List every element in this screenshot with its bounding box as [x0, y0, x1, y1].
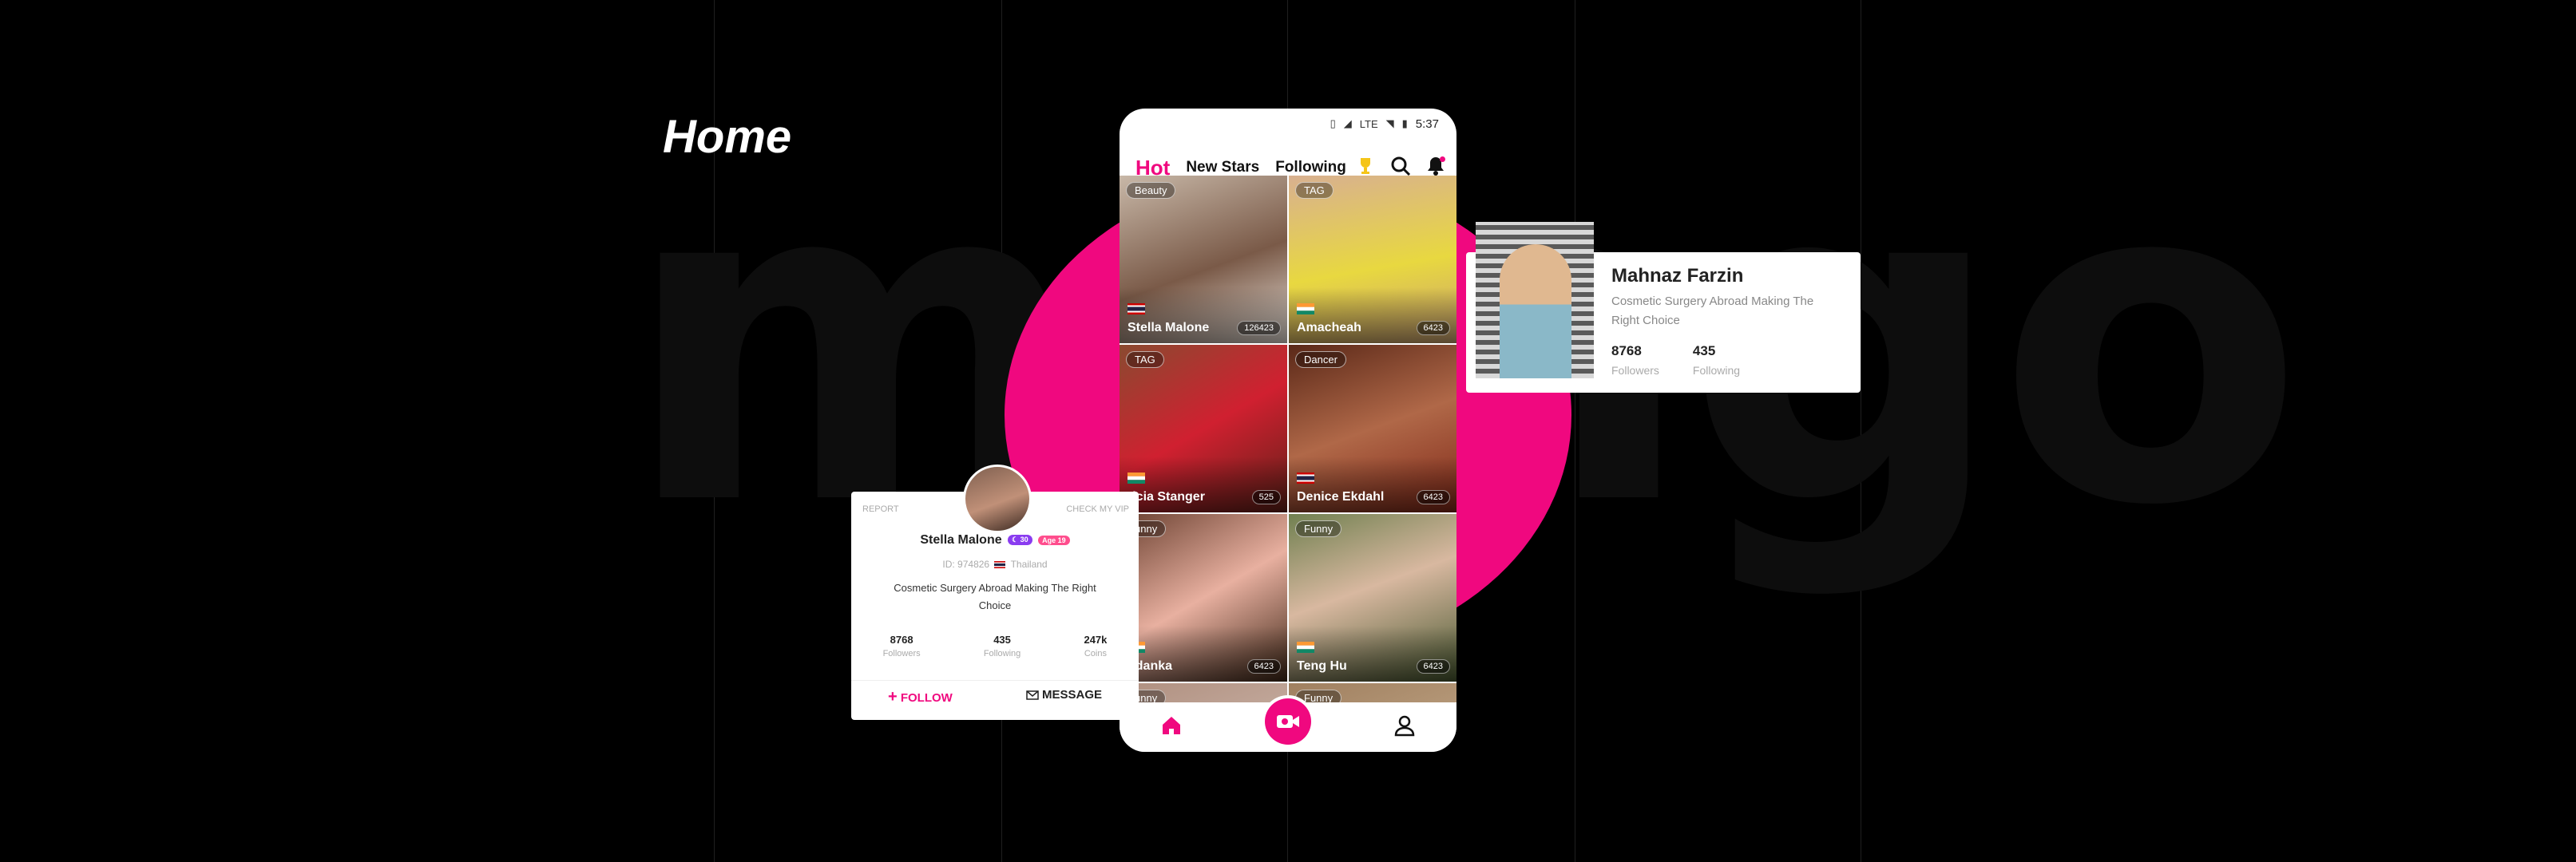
creator-photo[interactable]	[1476, 222, 1594, 378]
network-label: LTE	[1359, 117, 1378, 130]
feed-card[interactable]: TAG ricia Stanger 525	[1120, 345, 1287, 512]
stat-following: 435 Following	[1693, 343, 1740, 377]
feed-grid: Beauty Stella Malone 126423 TAG Amacheah…	[1120, 176, 1456, 706]
card-count: 126423	[1237, 321, 1281, 335]
card-count: 6423	[1416, 490, 1450, 504]
feed-card[interactable]: TAG Amacheah 6423	[1289, 176, 1456, 343]
camera-icon[interactable]	[1264, 698, 1311, 745]
plus-icon: +	[887, 688, 898, 706]
feed-card[interactable]: Beauty Stella Malone 126423	[1120, 176, 1287, 343]
level-value: 30	[1020, 536, 1028, 544]
follow-label: FOLLOW	[900, 691, 953, 705]
age-badge: Age 19	[1038, 535, 1070, 545]
stat-value: 8768	[1611, 343, 1642, 358]
card-name: Teng Hu	[1297, 659, 1347, 673]
notification-dot	[1440, 156, 1445, 162]
avatar[interactable]	[963, 465, 1032, 533]
creator-stats: 8768 Followers 435 Following	[1611, 343, 1740, 377]
stat-value: 435	[1692, 343, 1716, 358]
mail-icon	[1026, 690, 1039, 700]
stat-followers: 8768 Followers	[883, 634, 921, 658]
profile-id: ID: 974826	[942, 559, 990, 570]
creator-card: Mahnaz Farzin Cosmetic Surgery Abroad Ma…	[1466, 222, 1861, 393]
stat-following: 435 Following	[984, 634, 1020, 658]
card-tag: TAG	[1126, 351, 1164, 368]
flag-thailand-icon	[1127, 303, 1145, 314]
flag-india-icon	[1297, 642, 1314, 653]
wifi-icon: ◥	[1385, 117, 1394, 129]
profile-icon[interactable]	[1393, 714, 1416, 741]
card-tag: Funny	[1295, 520, 1342, 537]
level-badge: ☾ 30	[1008, 535, 1032, 546]
card-name: Denice Ekdahl	[1297, 490, 1385, 504]
stat-label: Following	[1692, 364, 1741, 377]
divider	[851, 680, 1139, 681]
message-button[interactable]: MESSAGE	[1026, 688, 1102, 706]
flag-thailand-icon	[994, 561, 1006, 569]
flag-india-icon	[1127, 473, 1145, 484]
flag-thailand-icon	[1297, 473, 1314, 484]
report-link[interactable]: REPORT	[862, 504, 899, 514]
stat-label: Followers	[882, 649, 921, 658]
tab-new-stars[interactable]: New Stars	[1186, 159, 1259, 176]
message-label: MESSAGE	[1041, 688, 1102, 702]
profile-bio: Cosmetic Surgery Abroad Making The Right…	[894, 582, 1096, 611]
bell-icon[interactable]	[1425, 155, 1447, 177]
stat-value: 435	[993, 634, 1011, 646]
follow-button[interactable]: + FOLLOW	[888, 688, 953, 706]
check-vip-link[interactable]: CHECK MY VIP	[1066, 504, 1129, 514]
card-tag: Dancer	[1295, 351, 1346, 368]
phone-screen: ▯ ◢ LTE ◥ ▮ 5:37 Hot New Stars Following	[1120, 109, 1456, 752]
stat-label: Coins	[1084, 649, 1107, 658]
card-count: 6423	[1416, 659, 1450, 674]
card-count: 525	[1251, 490, 1281, 504]
feed-card[interactable]: unny udanka 6423	[1120, 514, 1287, 682]
profile-country: Thailand	[1010, 559, 1048, 570]
profile-id-row: ID: 974826 Thailand	[851, 559, 1139, 570]
profile-name: Stella Malone	[920, 533, 1002, 547]
feed-card[interactable]: Dancer Denice Ekdahl 6423	[1289, 345, 1456, 512]
status-bar: ▯ ◢ LTE ◥ ▮ 5:37	[1120, 109, 1456, 132]
page-title: Home	[663, 111, 792, 163]
stat-label: Followers	[1611, 364, 1659, 377]
creator-name: Mahnaz Farzin	[1611, 265, 1744, 287]
stat-followers: 8768 Followers	[1611, 343, 1659, 377]
card-name: Stella Malone	[1127, 321, 1210, 334]
card-tag: Beauty	[1126, 182, 1176, 199]
stat-value: 247k	[1084, 634, 1108, 646]
profile-stats: 8768 Followers 435 Following 247k Coins	[851, 634, 1139, 658]
profile-name-row: Stella Malone ☾ 30 Age 19	[851, 533, 1139, 548]
card-name: Amacheah	[1297, 321, 1361, 334]
card-count: 6423	[1416, 321, 1450, 335]
profile-card: REPORT CHECK MY VIP Stella Malone ☾ 30 A…	[851, 465, 1139, 720]
search-icon[interactable]	[1389, 155, 1412, 177]
flag-india-icon	[1297, 303, 1314, 314]
creator-bio: Cosmetic Surgery Abroad Making The Right…	[1611, 295, 1814, 327]
tab-following[interactable]: Following	[1275, 159, 1346, 176]
bottom-nav	[1120, 698, 1456, 752]
feed-card[interactable]: Funny Teng Hu 6423	[1289, 514, 1456, 682]
battery-icon: ▮	[1401, 117, 1408, 129]
home-icon[interactable]	[1160, 714, 1183, 741]
signal-icon: ◢	[1343, 117, 1352, 129]
trophy-icon[interactable]	[1354, 155, 1377, 177]
clock: 5:37	[1415, 117, 1439, 131]
card-tag: TAG	[1295, 182, 1334, 199]
card-name: ricia Stanger	[1127, 490, 1205, 504]
profile-actions: + FOLLOW MESSAGE	[851, 688, 1139, 706]
vibrate-icon: ▯	[1330, 117, 1336, 129]
stat-coins: 247k Coins	[1084, 634, 1107, 658]
card-count: 6423	[1246, 659, 1281, 674]
stat-label: Following	[983, 649, 1021, 658]
stat-value: 8768	[890, 634, 913, 646]
